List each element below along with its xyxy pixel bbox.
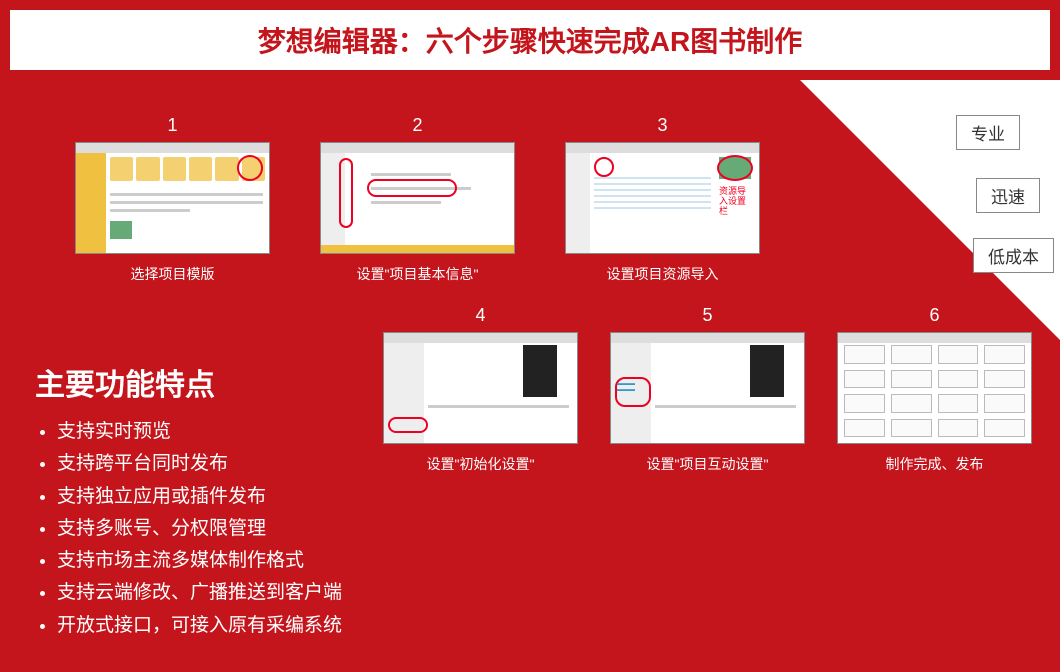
step-caption: 设置"项目互动设置" [610, 454, 805, 474]
screenshot-3: 资源导 入设置 栏 [565, 142, 760, 254]
step-caption: 设置项目资源导入 [565, 264, 760, 284]
tag-lowcost: 低成本 [973, 238, 1054, 273]
step-num: 6 [837, 305, 1032, 326]
tag-fast: 迅速 [976, 178, 1040, 213]
list-item: 支持实时预览 [57, 416, 342, 448]
step-2: 2 设置"项目基本信息" [320, 115, 515, 284]
features-list: 支持实时预览 支持跨平台同时发布 支持独立应用或插件发布 支持多账号、分权限管理… [35, 416, 342, 642]
list-item: 开放式接口，可接入原有采编系统 [57, 610, 342, 642]
screenshot-4 [383, 332, 578, 444]
screenshot-6 [837, 332, 1032, 444]
list-item: 支持多账号、分权限管理 [57, 513, 342, 545]
screenshot-2 [320, 142, 515, 254]
page-title: 梦想编辑器：六个步骤快速完成AR图书制作 [258, 20, 802, 60]
steps-row-2: 4 设置"初始化设置" 5 ▬▬▬▬▬▬ 设置"项目互动设置" 6 [383, 305, 1032, 474]
step-num: 4 [383, 305, 578, 326]
step-6: 6 制作完成、发布 [837, 305, 1032, 474]
step-3: 3 资源导 入设置 栏 设置项目资源导入 [565, 115, 760, 284]
step-5: 5 ▬▬▬▬▬▬ 设置"项目互动设置" [610, 305, 805, 474]
step-4: 4 设置"初始化设置" [383, 305, 578, 474]
tag-professional: 专业 [956, 115, 1020, 150]
step-num: 2 [320, 115, 515, 136]
list-item: 支持市场主流多媒体制作格式 [57, 545, 342, 577]
screenshot-5: ▬▬▬▬▬▬ [610, 332, 805, 444]
step-num: 5 [610, 305, 805, 326]
step-num: 3 [565, 115, 760, 136]
features-section: 主要功能特点 支持实时预览 支持跨平台同时发布 支持独立应用或插件发布 支持多账… [35, 360, 342, 642]
list-item: 支持云端修改、广播推送到客户端 [57, 577, 342, 609]
screenshot-1 [75, 142, 270, 254]
list-item: 支持独立应用或插件发布 [57, 481, 342, 513]
step-num: 1 [75, 115, 270, 136]
steps-row-1: 1 选择项目模版 2 设置"项目基本信息" 3 [75, 115, 760, 284]
features-title: 主要功能特点 [35, 360, 342, 404]
step-caption: 选择项目模版 [75, 264, 270, 284]
step-caption: 设置"初始化设置" [383, 454, 578, 474]
step-caption: 制作完成、发布 [837, 454, 1032, 474]
step-1: 1 选择项目模版 [75, 115, 270, 284]
step-caption: 设置"项目基本信息" [320, 264, 515, 284]
list-item: 支持跨平台同时发布 [57, 448, 342, 480]
annotation-text: 资源导 入设置 栏 [719, 187, 755, 217]
title-bar: 梦想编辑器：六个步骤快速完成AR图书制作 [10, 10, 1050, 70]
